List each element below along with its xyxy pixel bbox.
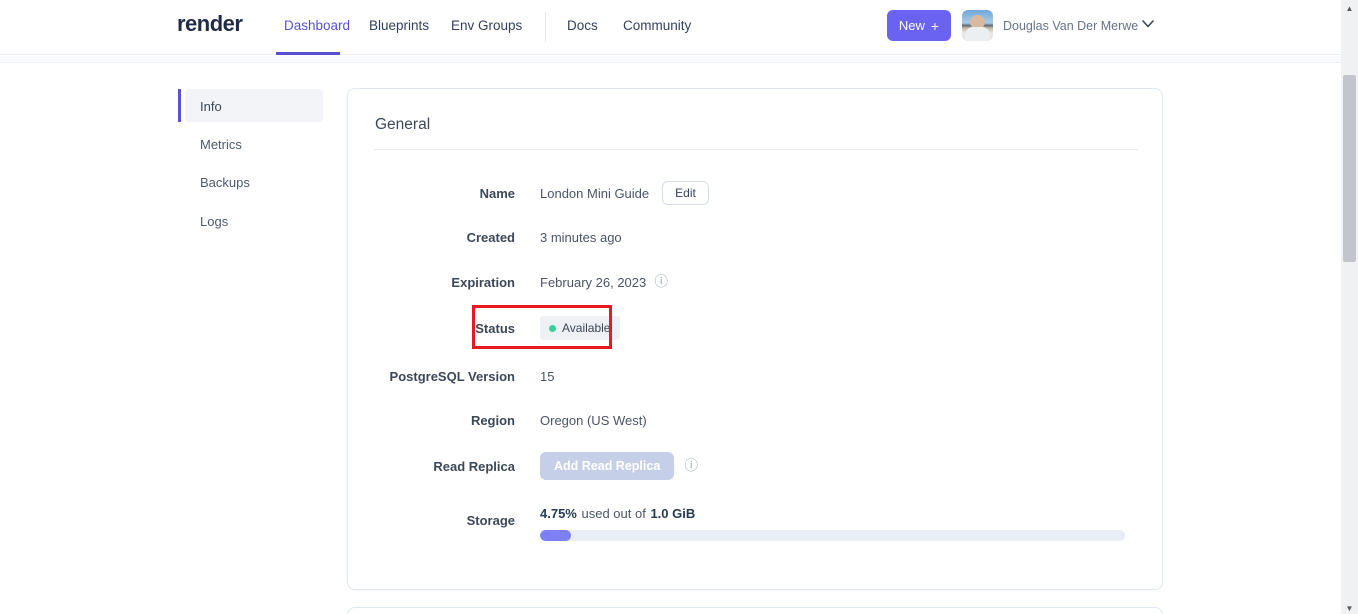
sidebar-item-info[interactable]: Info bbox=[200, 99, 222, 114]
status-label: Status bbox=[475, 320, 515, 336]
status-row: Status Available bbox=[374, 315, 1138, 341]
new-button-label: New bbox=[898, 18, 925, 33]
status-badge: Available bbox=[540, 316, 621, 340]
name-row: Name London Mini Guide Edit bbox=[374, 181, 1138, 205]
nav-docs[interactable]: Docs bbox=[567, 18, 598, 33]
scroll-up-arrow-icon[interactable]: ▲ bbox=[1341, 4, 1358, 14]
vertical-scrollbar[interactable]: ▲ ▼ bbox=[1341, 0, 1358, 614]
active-tab-underline bbox=[276, 52, 340, 55]
created-label: Created bbox=[466, 229, 515, 245]
region-value: Oregon (US West) bbox=[540, 412, 647, 428]
next-card-top-edge bbox=[347, 607, 1163, 614]
avatar-photo-shirt bbox=[965, 27, 990, 41]
postgresql-version-label: PostgreSQL Version bbox=[389, 368, 515, 384]
plus-icon: + bbox=[930, 17, 940, 34]
info-icon[interactable]: ⓘ bbox=[684, 459, 699, 473]
nav-dashboard[interactable]: Dashboard bbox=[284, 18, 350, 33]
scroll-down-arrow-icon[interactable]: ▼ bbox=[1341, 604, 1358, 614]
postgresql-version-row: PostgreSQL Version 15 bbox=[374, 366, 1138, 386]
user-name[interactable]: Douglas Van Der Merwe bbox=[1003, 19, 1138, 33]
storage-progress-track bbox=[540, 530, 1125, 541]
storage-used-percent: 4.75% bbox=[540, 506, 577, 521]
postgresql-version-value: 15 bbox=[540, 368, 555, 384]
sidebar-active-accent bbox=[178, 89, 181, 122]
storage-connector-text: used out of bbox=[581, 506, 646, 521]
account-menu-toggle[interactable] bbox=[1142, 20, 1154, 28]
storage-progress-fill bbox=[540, 530, 571, 541]
card-title-divider bbox=[374, 149, 1138, 150]
nav-divider bbox=[545, 12, 546, 42]
scrollbar-thumb[interactable] bbox=[1343, 75, 1356, 262]
header-sub-strip bbox=[0, 56, 1341, 63]
storage-label: Storage bbox=[466, 513, 515, 528]
card-title: General bbox=[375, 116, 431, 133]
user-avatar[interactable] bbox=[962, 10, 993, 41]
expiration-value: February 26, 2023 bbox=[540, 274, 647, 290]
read-replica-row: Read Replica Add Read Replica ⓘ bbox=[374, 452, 1138, 480]
expiration-label: Expiration bbox=[451, 274, 515, 290]
read-replica-label: Read Replica bbox=[433, 458, 515, 474]
sidebar-item-backups[interactable]: Backups bbox=[200, 175, 250, 190]
storage-total: 1.0 GiB bbox=[650, 506, 696, 521]
created-row: Created 3 minutes ago bbox=[374, 227, 1138, 247]
edit-name-button[interactable]: Edit bbox=[662, 181, 709, 205]
nav-blueprints[interactable]: Blueprints bbox=[369, 18, 429, 33]
render-logo[interactable]: render bbox=[177, 11, 243, 37]
nav-env-groups[interactable]: Env Groups bbox=[451, 18, 522, 33]
region-row: Region Oregon (US West) bbox=[374, 410, 1138, 430]
region-label: Region bbox=[470, 412, 515, 428]
sidebar-item-logs[interactable]: Logs bbox=[200, 214, 228, 229]
status-dot-icon bbox=[549, 324, 556, 332]
general-card: General Name London Mini Guide Edit Crea… bbox=[347, 88, 1163, 590]
add-read-replica-button: Add Read Replica bbox=[540, 452, 675, 480]
info-icon[interactable]: ⓘ bbox=[654, 275, 668, 289]
name-value: London Mini Guide bbox=[540, 185, 650, 201]
storage-row: Storage 4.75% used out of 1.0 GiB bbox=[374, 506, 1138, 541]
storage-usage: 4.75% used out of 1.0 GiB bbox=[540, 506, 1125, 541]
sidebar-item-metrics[interactable]: Metrics bbox=[200, 137, 242, 152]
top-navbar: render Dashboard Blueprints Env Groups D… bbox=[0, 0, 1341, 55]
chevron-down-icon bbox=[1142, 20, 1154, 28]
page: render Dashboard Blueprints Env Groups D… bbox=[0, 0, 1358, 614]
nav-community[interactable]: Community bbox=[623, 18, 691, 33]
new-button[interactable]: New + bbox=[887, 10, 951, 41]
name-label: Name bbox=[479, 185, 515, 201]
created-value: 3 minutes ago bbox=[540, 229, 622, 245]
status-badge-label: Available bbox=[562, 321, 611, 335]
storage-usage-text: 4.75% used out of 1.0 GiB bbox=[540, 506, 1125, 521]
expiration-row: Expiration February 26, 2023 ⓘ bbox=[374, 272, 1138, 292]
